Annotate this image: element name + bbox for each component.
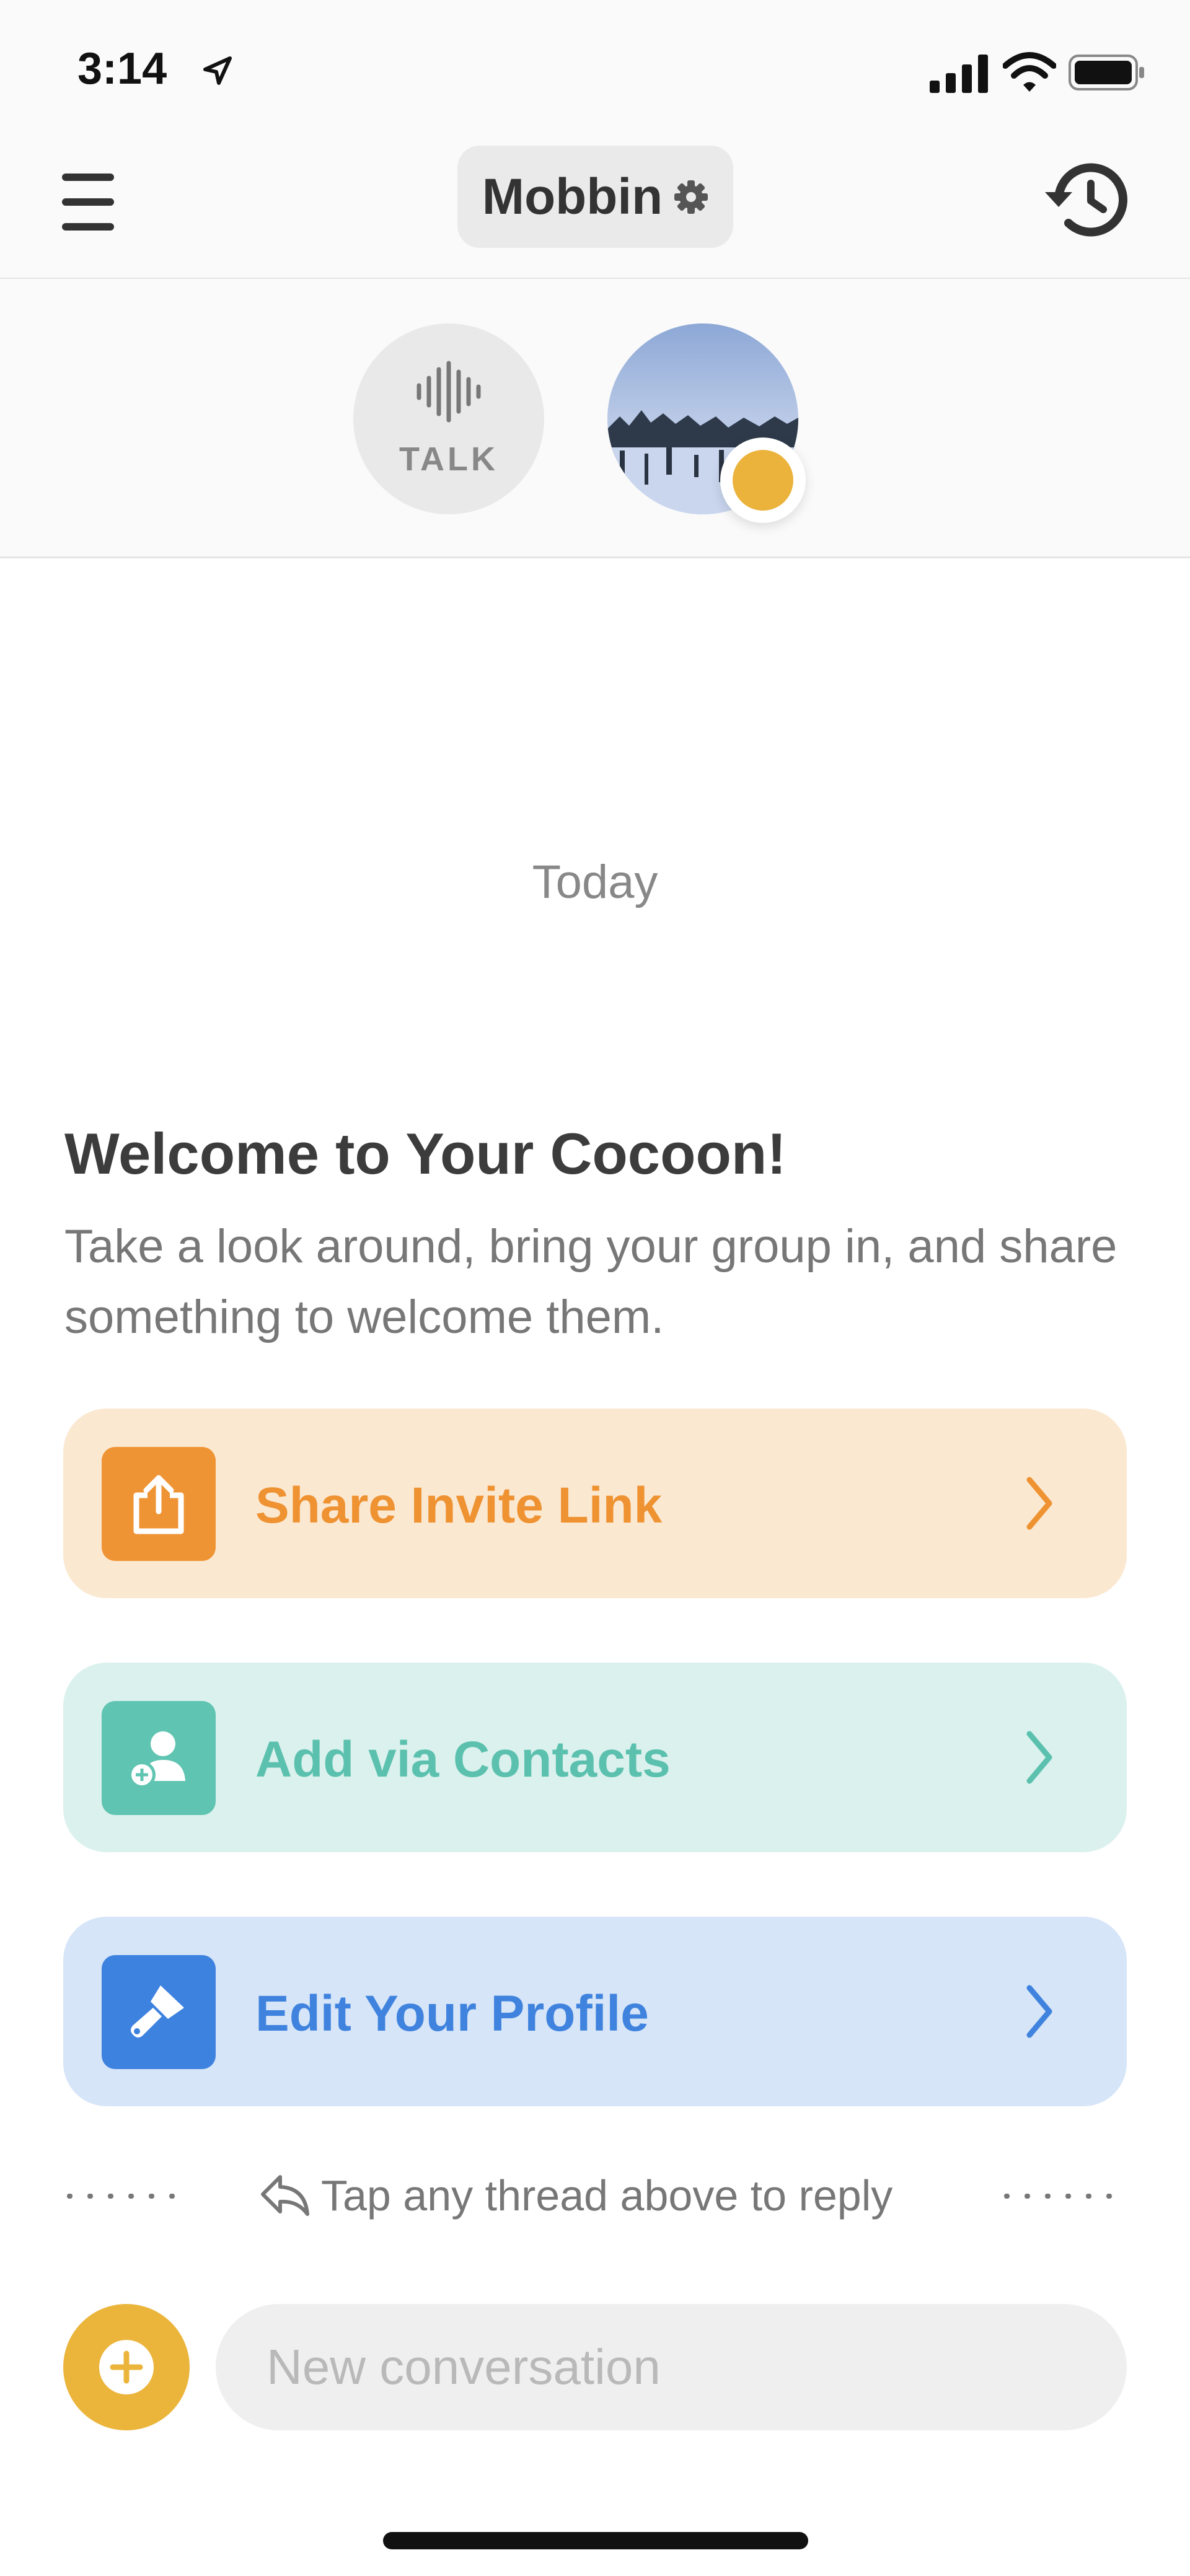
- welcome-title: Welcome to Your Cocoon!: [64, 1121, 787, 1186]
- status-time: 3:14: [77, 44, 167, 94]
- new-conversation-input[interactable]: [216, 2304, 1127, 2430]
- waveform-icon: [416, 361, 481, 423]
- wifi-icon: [1003, 52, 1056, 92]
- menu-icon[interactable]: [62, 170, 114, 234]
- date-separator: Today: [532, 856, 658, 908]
- divider-dots-right: [997, 2194, 1121, 2199]
- online-status-indicator: [720, 437, 806, 523]
- talk-label: TALK: [399, 441, 498, 478]
- location-arrow-icon: [203, 56, 232, 85]
- add-contact-icon-tile: [102, 1701, 216, 1815]
- paint-brush-icon-tile: [102, 1955, 216, 2069]
- share-invite-link-label: Share Invite Link: [255, 1477, 663, 1534]
- cellular-signal-icon: [930, 55, 988, 93]
- members-strip: TALK: [0, 279, 1190, 558]
- share-icon-tile: [102, 1447, 216, 1561]
- group-settings-button[interactable]: Mobbin: [457, 146, 733, 248]
- add-via-contacts-button[interactable]: Add via Contacts: [63, 1663, 1127, 1852]
- status-bar: 3:14: [0, 0, 1190, 143]
- compose-button[interactable]: [63, 2304, 190, 2430]
- plus-icon: [99, 2340, 154, 2394]
- share-invite-link-button[interactable]: Share Invite Link: [63, 1409, 1127, 1598]
- battery-icon: [1069, 55, 1144, 90]
- reply-hint: Tap any thread above to reply: [259, 2171, 892, 2220]
- reply-hint-text: Tap any thread above to reply: [321, 2171, 893, 2220]
- welcome-body: Take a look around, bring your group in,…: [64, 1220, 1117, 1343]
- divider-dots-left: [60, 2194, 183, 2199]
- paint-brush-icon: [131, 1985, 184, 2038]
- gear-icon: [674, 180, 708, 214]
- edit-your-profile-label: Edit Your Profile: [255, 1985, 649, 2042]
- reply-icon: [261, 2175, 309, 2216]
- home-indicator: [383, 2532, 808, 2549]
- add-via-contacts-label: Add via Contacts: [255, 1731, 671, 1788]
- history-icon[interactable]: [1041, 156, 1134, 243]
- nav-bar: Mobbin: [0, 143, 1190, 279]
- chevron-right-icon: [1026, 1731, 1052, 1784]
- chevron-right-icon: [1026, 1477, 1052, 1530]
- talk-button[interactable]: TALK: [353, 323, 544, 514]
- add-contact-icon: [128, 1731, 185, 1788]
- share-icon: [133, 1475, 184, 1534]
- chevron-right-icon: [1026, 1985, 1052, 2038]
- edit-your-profile-button[interactable]: Edit Your Profile: [63, 1917, 1127, 2106]
- group-name: Mobbin: [482, 168, 663, 225]
